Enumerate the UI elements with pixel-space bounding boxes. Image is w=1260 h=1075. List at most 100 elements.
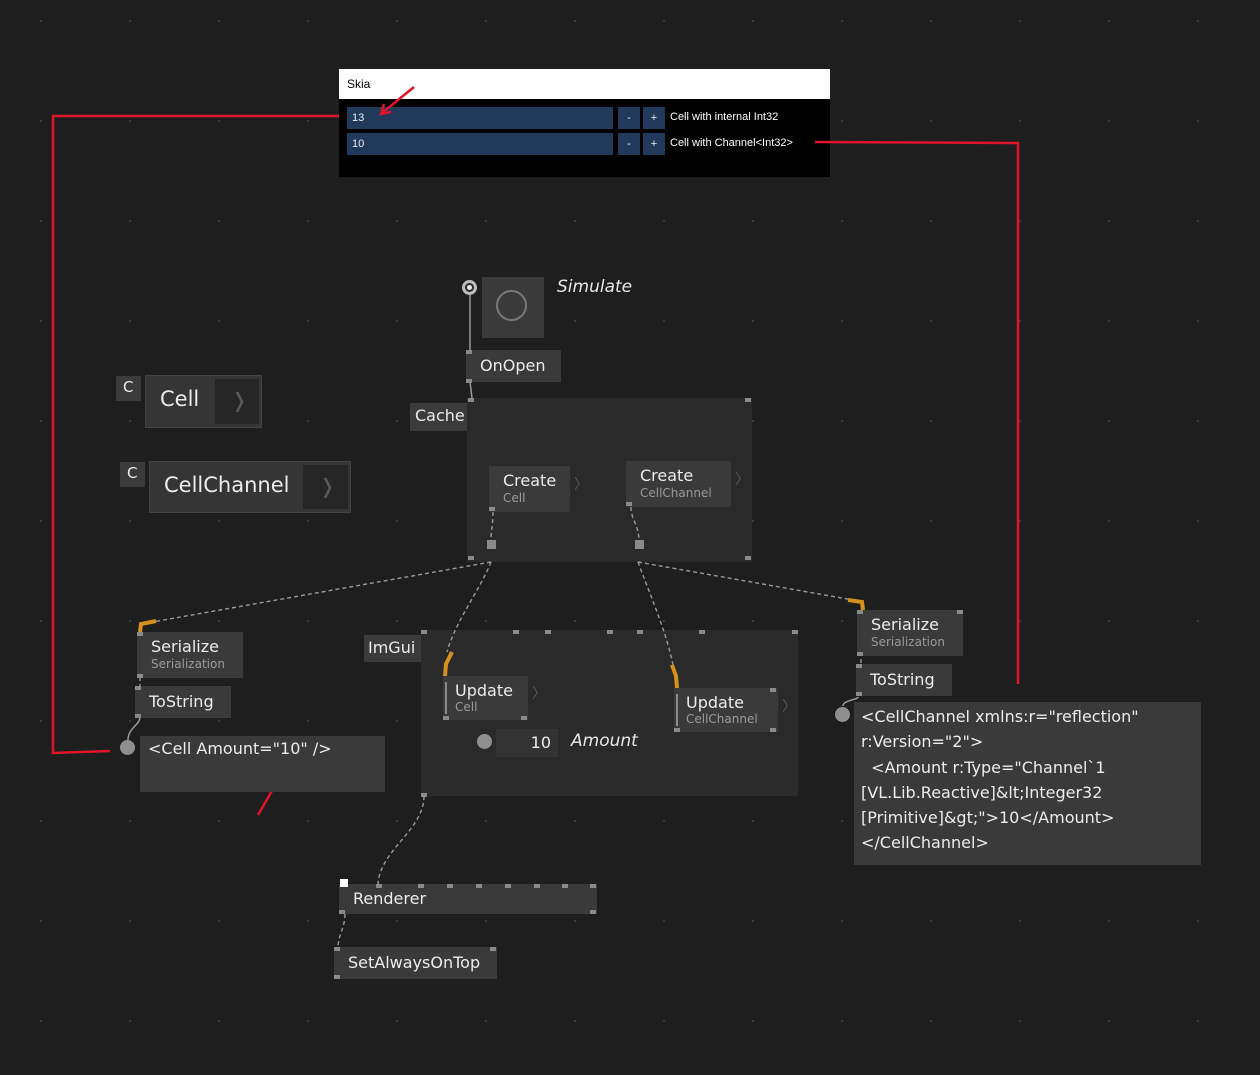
row-label: Cell with Channel<Int32> bbox=[670, 137, 793, 149]
pin bbox=[135, 686, 141, 690]
output-line: <CellChannel xmlns:r="reflection" bbox=[861, 707, 1139, 726]
pin bbox=[674, 728, 680, 732]
amount-value: 10 bbox=[530, 733, 551, 752]
skia-row-channel: 10 - + Cell with Channel<Int32> bbox=[347, 133, 830, 155]
region-pin bbox=[792, 630, 798, 634]
region-pin bbox=[637, 630, 643, 634]
pin bbox=[339, 910, 345, 914]
pin bbox=[770, 688, 776, 692]
node-subtitle: Cell bbox=[503, 491, 526, 505]
chevron-right-icon: 〉 bbox=[574, 477, 588, 493]
serialize-node-left[interactable]: Serialize Serialization bbox=[137, 632, 243, 678]
region-pin bbox=[421, 630, 427, 634]
chevron-right-icon: ❭ bbox=[319, 474, 336, 498]
skia-window: Skia 13 - + Cell with internal Int32 10 … bbox=[339, 69, 830, 177]
output-pin[interactable] bbox=[120, 740, 135, 755]
int32-value-field[interactable]: 13 bbox=[347, 107, 613, 129]
simulate-label: Simulate bbox=[557, 277, 633, 297]
border-control-point[interactable] bbox=[635, 540, 644, 549]
tostring-node-left[interactable]: ToString bbox=[135, 686, 231, 718]
update-cell-node[interactable]: Update Cell bbox=[443, 676, 528, 720]
class-cellchannel-definition[interactable]: CellChannel ❭ bbox=[149, 461, 351, 513]
pin bbox=[590, 884, 596, 888]
node-title: Update bbox=[455, 681, 513, 700]
increment-button[interactable]: + bbox=[643, 107, 665, 129]
node-subtitle: Serialization bbox=[871, 635, 945, 649]
chevron-right-icon: 〉 bbox=[532, 686, 546, 702]
pin bbox=[490, 947, 496, 951]
simulate-button[interactable] bbox=[482, 277, 544, 338]
class-open-button[interactable]: ❭ bbox=[303, 465, 348, 509]
increment-button[interactable]: + bbox=[643, 133, 665, 155]
decrement-button[interactable]: - bbox=[618, 107, 640, 129]
node-subtitle: Cell bbox=[455, 700, 478, 714]
output-text: <Cell Amount="10" /> bbox=[148, 739, 332, 758]
region-corner bbox=[468, 556, 474, 560]
xml-output-left: <Cell Amount="10" /> bbox=[140, 736, 385, 792]
setalwaysontop-node[interactable]: SetAlwaysOnTop bbox=[334, 947, 497, 979]
region-pin bbox=[421, 793, 427, 797]
class-open-button[interactable]: ❭ bbox=[215, 379, 259, 424]
border-control-point[interactable] bbox=[487, 540, 496, 549]
output-line: <Amount r:Type="Channel`1 bbox=[861, 757, 1106, 777]
region-pin bbox=[513, 630, 519, 634]
pin bbox=[534, 884, 540, 888]
cache-label: Cache bbox=[410, 403, 467, 431]
output-line: </CellChannel> bbox=[861, 833, 989, 853]
region-pin bbox=[607, 630, 613, 634]
tostring-node-right[interactable]: ToString bbox=[856, 664, 952, 696]
class-badge: C bbox=[120, 462, 145, 487]
node-title: ToString bbox=[149, 692, 214, 711]
pin bbox=[521, 716, 527, 720]
node-subtitle: Serialization bbox=[151, 657, 225, 671]
pin bbox=[770, 728, 776, 732]
chevron-right-icon: 〉 bbox=[782, 699, 796, 715]
input-pin[interactable] bbox=[477, 734, 492, 749]
channel-value-field[interactable]: 10 bbox=[347, 133, 613, 155]
pin bbox=[466, 379, 472, 383]
pin bbox=[137, 632, 143, 636]
cache-label-text: Cache bbox=[415, 406, 465, 425]
output-pin[interactable] bbox=[835, 707, 850, 722]
update-cellchannel-node[interactable]: Update CellChannel bbox=[674, 688, 778, 732]
toggle-pin-icon[interactable] bbox=[462, 280, 477, 295]
region-pin bbox=[545, 630, 551, 634]
class-name: CellChannel bbox=[164, 473, 290, 497]
create-cellchannel-node[interactable]: Create CellChannel bbox=[626, 461, 731, 507]
class-badge-text: C bbox=[123, 378, 134, 396]
output-line: r:Version="2"> bbox=[861, 732, 984, 752]
node-title: Serialize bbox=[151, 637, 219, 656]
skia-row-int32: 13 - + Cell with internal Int32 bbox=[347, 107, 830, 129]
class-badge-text: C bbox=[127, 464, 138, 482]
amount-label: Amount bbox=[571, 731, 638, 751]
pin bbox=[334, 947, 340, 951]
output-line: [Primitive]&gt;">10</Amount> bbox=[861, 808, 1115, 828]
onopen-node[interactable]: OnOpen bbox=[466, 350, 561, 382]
skia-titlebar[interactable]: Skia bbox=[339, 69, 830, 99]
renderer-node[interactable]: Renderer bbox=[339, 884, 597, 914]
pin bbox=[340, 879, 348, 887]
node-subtitle: CellChannel bbox=[686, 712, 758, 726]
class-badge: C bbox=[116, 376, 141, 401]
create-cell-node[interactable]: Create Cell bbox=[489, 466, 570, 512]
class-name: Cell bbox=[160, 387, 200, 411]
skia-window-title: Skia bbox=[347, 77, 371, 91]
serialize-node-right[interactable]: Serialize Serialization bbox=[857, 610, 963, 656]
pin bbox=[562, 884, 568, 888]
imgui-label: ImGui bbox=[364, 635, 421, 662]
node-title: SetAlwaysOnTop bbox=[348, 953, 481, 972]
pin bbox=[856, 664, 862, 668]
pin bbox=[334, 975, 340, 979]
xml-output-right: <CellChannel xmlns:r="reflection" r:Vers… bbox=[854, 702, 1201, 865]
node-title: Create bbox=[503, 471, 557, 490]
node-title: ToString bbox=[870, 670, 935, 689]
class-cell-definition[interactable]: Cell ❭ bbox=[145, 375, 262, 428]
pin bbox=[476, 884, 482, 888]
amount-iobox[interactable]: 10 bbox=[496, 729, 558, 757]
pin bbox=[466, 350, 472, 354]
node-subtitle: CellChannel bbox=[640, 486, 712, 500]
decrement-button[interactable]: - bbox=[618, 133, 640, 155]
pin bbox=[590, 910, 596, 914]
region-corner bbox=[745, 398, 751, 402]
pin bbox=[376, 884, 382, 888]
